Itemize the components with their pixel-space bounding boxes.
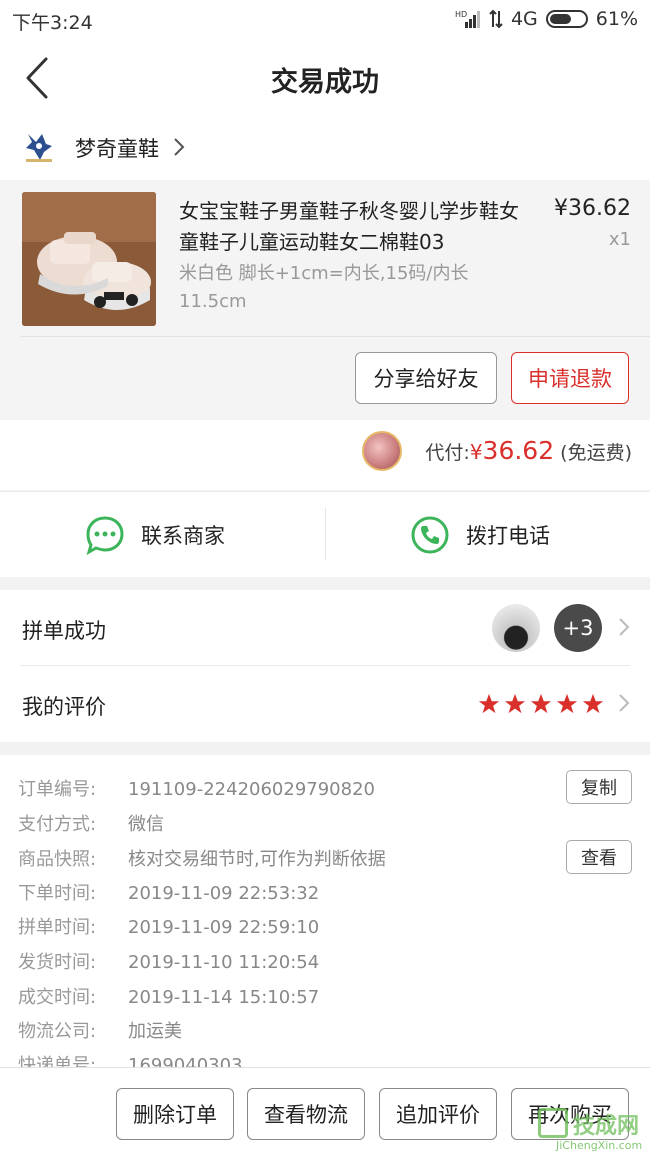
baby-shoe-picture [22, 192, 156, 326]
chevron-right-icon [619, 618, 630, 636]
ship-time: 2019-11-10 11:20:54 [128, 952, 320, 973]
watermark-subtext: JiChengXin.com [556, 1139, 643, 1152]
product-image[interactable] [22, 192, 156, 326]
detail-key: 拼单时间: [18, 917, 97, 938]
group-success-row[interactable]: 拼单成功 +3 [0, 590, 650, 666]
order-time-row: 下单时间: 2019-11-09 22:53:32 [18, 879, 319, 905]
battery-percent: 61% [595, 8, 638, 30]
snapshot-row: 商品快照: 核对交易细节时,可作为判断依据 [18, 845, 386, 871]
detail-key: 下单时间: [18, 883, 97, 904]
add-review-button[interactable]: 追加评价 [379, 1088, 497, 1140]
tracking-number: 1699040303 [128, 1055, 243, 1067]
group-time: 2019-11-09 22:59:10 [128, 917, 320, 938]
shop-logo-icon [26, 134, 52, 162]
phone-icon [411, 516, 449, 554]
divider [20, 336, 650, 337]
chat-bubble-icon [86, 516, 124, 555]
order-number: 191109-224206029790820 [128, 779, 375, 800]
view-logistics-button[interactable]: 查看物流 [247, 1088, 365, 1140]
payment-amount: 36.62 [482, 436, 555, 465]
nav-bar: 交易成功 [0, 38, 650, 118]
my-review-label: 我的评价 [22, 695, 106, 719]
status-bar: 下午3:24 HD 4G 61% [0, 0, 650, 38]
logistics-company-row: 物流公司: 加运美 [18, 1017, 182, 1043]
star-icon [530, 693, 552, 714]
call-phone-button[interactable]: 拨打电话 [410, 515, 550, 555]
data-arrows-icon [489, 9, 503, 29]
page-title: 交易成功 [271, 67, 379, 98]
watermark-text: 技成网 [573, 1114, 640, 1139]
rating-stars [478, 693, 604, 715]
payment-currency: ¥ [469, 440, 483, 464]
product-spec: 米白色 脚长+1cm=内长,15码/内长11.5cm [179, 263, 469, 312]
shop-name: 梦奇童鞋 [75, 137, 159, 161]
order-number-row: 订单编号: 191109-224206029790820 [18, 775, 375, 801]
vertical-divider [325, 508, 326, 560]
refund-button[interactable]: 申请退款 [511, 352, 629, 404]
svg-text:HD: HD [455, 10, 467, 19]
payment-row: 代付:¥36.62 (免运费) [0, 420, 650, 490]
status-time: 下午3:24 [12, 12, 93, 34]
star-icon [556, 693, 578, 714]
detail-key: 发货时间: [18, 952, 97, 973]
payer-avatar [362, 431, 402, 471]
chevron-right-icon [174, 138, 185, 156]
logistics-company: 加运美 [128, 1021, 182, 1042]
snapshot-desc: 核对交易细节时,可作为判断依据 [128, 849, 386, 870]
detail-key: 成交时间: [18, 987, 97, 1008]
pay-method-row: 支付方式: 微信 [18, 810, 164, 836]
detail-key: 快递单号: [18, 1055, 97, 1067]
product-card[interactable]: 女宝宝鞋子男童鞋子秋冬婴儿学步鞋女童鞋子儿童运动鞋女二棉鞋03 米白色 脚长+1… [0, 180, 650, 420]
order-time: 2019-11-09 22:53:32 [128, 883, 320, 904]
product-title[interactable]: 女宝宝鞋子男童鞋子秋冬婴儿学步鞋女童鞋子儿童运动鞋女二棉鞋03 [179, 196, 529, 258]
signal-hd-icon: HD [455, 10, 480, 28]
group-more-avatar: +3 [554, 604, 602, 652]
pay-method: 微信 [128, 814, 164, 835]
watermark-logo-icon [538, 1108, 568, 1138]
contact-row: 联系商家 拨打电话 [0, 491, 650, 577]
product-quantity: x1 [608, 229, 631, 250]
detail-key: 订单编号: [18, 779, 97, 800]
star-icon [582, 693, 604, 714]
call-phone-label: 拨打电话 [466, 524, 550, 548]
deal-time: 2019-11-14 15:10:57 [128, 987, 320, 1008]
star-icon [478, 693, 500, 714]
tracking-number-row: 快递单号: 1699040303 [18, 1051, 243, 1067]
detail-key: 支付方式: [18, 814, 97, 835]
view-snapshot-button[interactable]: 查看 [566, 840, 632, 874]
battery-icon [545, 10, 588, 28]
group-member-avatar [492, 604, 540, 652]
detail-key: 商品快照: [18, 849, 97, 870]
group-time-row: 拼单时间: 2019-11-09 22:59:10 [18, 913, 319, 939]
shop-row[interactable]: 梦奇童鞋 [0, 118, 650, 180]
delete-order-button[interactable]: 删除订单 [116, 1088, 234, 1140]
contact-merchant-button[interactable]: 联系商家 [85, 515, 225, 555]
status-right: HD 4G 61% [455, 8, 638, 30]
share-button[interactable]: 分享给好友 [355, 352, 497, 404]
group-review-section: 拼单成功 +3 我的评价 [0, 590, 650, 742]
product-price: ¥36.62 [554, 196, 631, 221]
group-success-label: 拼单成功 [22, 619, 106, 643]
payment-label: 代付: [425, 442, 470, 464]
order-details: 订单编号: 191109-224206029790820 复制 支付方式: 微信 商… [0, 755, 650, 1067]
contact-merchant-label: 联系商家 [141, 524, 225, 548]
ship-time-row: 发货时间: 2019-11-10 11:20:54 [18, 948, 319, 974]
copy-button[interactable]: 复制 [566, 770, 632, 804]
chevron-right-icon [619, 694, 630, 712]
shipping-note: (免运费) [560, 442, 632, 464]
payment-info: 代付:¥36.62 (免运费) [425, 436, 632, 465]
star-icon [504, 693, 526, 714]
deal-time-row: 成交时间: 2019-11-14 15:10:57 [18, 983, 319, 1009]
network-type: 4G [510, 8, 538, 30]
my-review-row[interactable]: 我的评价 [0, 666, 650, 742]
detail-key: 物流公司: [18, 1021, 97, 1042]
